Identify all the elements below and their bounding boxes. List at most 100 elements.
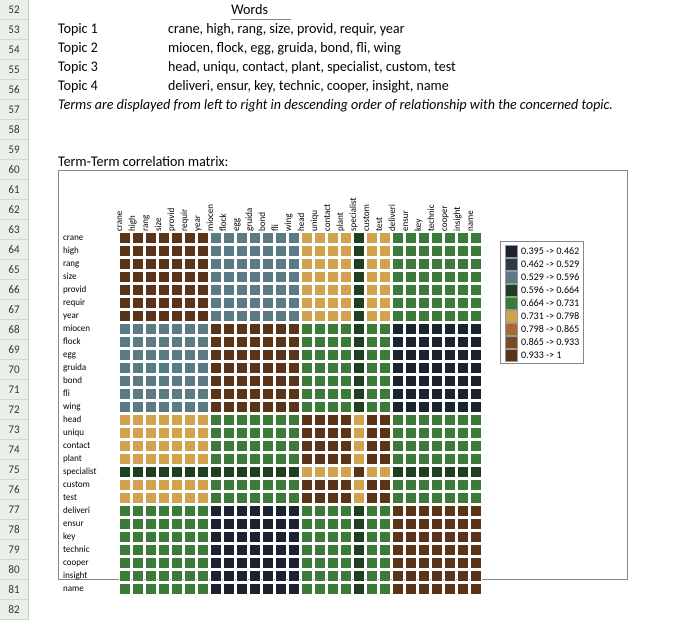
heatmap-cell [366, 557, 378, 569]
heatmap-cell [288, 583, 300, 595]
heatmap-cell [457, 258, 469, 270]
heatmap-cell [145, 297, 157, 309]
heatmap-cell [158, 492, 170, 504]
heatmap-cell [470, 492, 482, 504]
heatmap-cell [197, 427, 209, 439]
y-tick: gruida [63, 361, 96, 374]
heatmap-cell [366, 284, 378, 296]
heatmap-cell [145, 440, 157, 452]
heatmap-cell [431, 271, 443, 283]
heatmap-cell [405, 375, 417, 387]
heatmap-cell [236, 414, 248, 426]
heatmap-cell [392, 336, 404, 348]
heatmap-cell [184, 258, 196, 270]
heatmap-cell [275, 466, 287, 478]
heatmap-cell [145, 258, 157, 270]
heatmap-cell [236, 336, 248, 348]
heatmap-cell [210, 479, 222, 491]
heatmap-cell [444, 401, 456, 413]
heatmap-cell [236, 492, 248, 504]
heatmap-cell [210, 466, 222, 478]
heatmap-cell [171, 297, 183, 309]
heatmap-cell [470, 440, 482, 452]
heatmap-cell [418, 427, 430, 439]
topic-row: Topic 1crane, high, rang, size, provid, … [58, 19, 700, 38]
heatmap-cell [132, 284, 144, 296]
heatmap-cell [223, 375, 235, 387]
heatmap-row [119, 335, 483, 348]
heatmap-cell [210, 544, 222, 556]
heatmap-cell [444, 466, 456, 478]
heatmap-cell [262, 232, 274, 244]
heatmap-cell [327, 557, 339, 569]
topic-words: miocen, flock, egg, gruida, bond, fli, w… [168, 39, 401, 56]
heatmap-cell [197, 544, 209, 556]
heatmap-row [119, 491, 483, 504]
heatmap-cell [171, 349, 183, 361]
heatmap-cell [353, 349, 365, 361]
words-header: Words [231, 0, 291, 20]
x-tick: year [192, 215, 203, 231]
topic-label: Topic 1 [58, 19, 168, 38]
heatmap-cell [236, 531, 248, 543]
heatmap-cell [197, 323, 209, 335]
heatmap-cell [470, 349, 482, 361]
heatmap-cell [132, 232, 144, 244]
heatmap-row [119, 569, 483, 582]
heatmap-cell [158, 544, 170, 556]
heatmap-cell [171, 557, 183, 569]
heatmap-cell [158, 336, 170, 348]
heatmap-cell [197, 245, 209, 257]
heatmap-cell [223, 336, 235, 348]
heatmap-cell [236, 583, 248, 595]
heatmap-cell [223, 557, 235, 569]
heatmap-cell [301, 557, 313, 569]
x-tick: insight [452, 207, 463, 231]
heatmap-cell [418, 375, 430, 387]
heatmap-cell [418, 349, 430, 361]
heatmap-cell [145, 427, 157, 439]
heatmap-cell [262, 414, 274, 426]
heatmap-cell [288, 479, 300, 491]
heatmap-cell [223, 258, 235, 270]
heatmap-cell [210, 492, 222, 504]
heatmap-cell [197, 479, 209, 491]
heatmap-cell [197, 492, 209, 504]
heatmap-cell [132, 440, 144, 452]
y-tick: technic [63, 543, 96, 556]
heatmap-cell [392, 518, 404, 530]
heatmap-cell [340, 583, 352, 595]
heatmap-cell [184, 492, 196, 504]
heatmap-cell [418, 362, 430, 374]
heatmap-cell [431, 284, 443, 296]
heatmap-cell [249, 336, 261, 348]
heatmap-cell [353, 479, 365, 491]
heatmap-cell [223, 440, 235, 452]
heatmap-cell [275, 479, 287, 491]
heatmap-cell [457, 336, 469, 348]
matrix-title: Term-Term correlation matrix: [58, 152, 700, 171]
y-tick: head [63, 413, 96, 426]
heatmap-cell [314, 388, 326, 400]
heatmap-row [119, 283, 483, 296]
heatmap-cell [314, 505, 326, 517]
heatmap-cell [405, 414, 417, 426]
row-number: 61 [0, 180, 28, 200]
row-number: 69 [0, 340, 28, 360]
heatmap-cell [158, 245, 170, 257]
heatmap-cell [405, 388, 417, 400]
heatmap-cell [327, 271, 339, 283]
row-number: 72 [0, 400, 28, 420]
heatmap-cell [418, 570, 430, 582]
heatmap-cell [236, 323, 248, 335]
heatmap-cell [418, 583, 430, 595]
heatmap-cell [288, 518, 300, 530]
heatmap-cell [301, 414, 313, 426]
x-tick: bond [257, 212, 268, 231]
heatmap-cell [392, 427, 404, 439]
heatmap-cell [327, 570, 339, 582]
heatmap-row [119, 387, 483, 400]
legend-row: 0.462 -> 0.529 [505, 257, 579, 270]
row-number: 56 [0, 80, 28, 100]
heatmap-cell [470, 375, 482, 387]
